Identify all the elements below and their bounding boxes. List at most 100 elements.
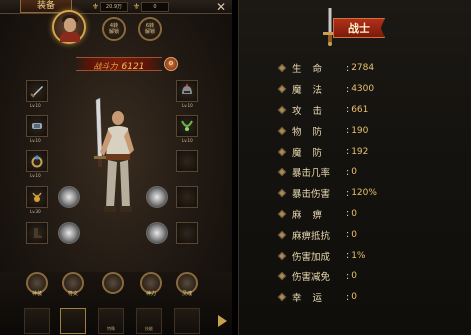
stat-value: 190: [351, 125, 369, 136]
slot-ring2[interactable]: [176, 186, 198, 208]
stat-bullet-icon: [277, 64, 287, 73]
stat-list: 生命:2784 魔法:4300 攻击:661 物防:190 魔防:192 暴击几率:0 暴击…: [277, 58, 377, 308]
stat-colon: :: [346, 250, 350, 262]
stat-row: 物防:190: [277, 120, 377, 141]
stat-row: 伤害加成:1%: [277, 245, 377, 266]
nav-item-5[interactable]: [174, 308, 200, 334]
stat-row: 攻击:661: [277, 100, 377, 121]
slot-amulet[interactable]: [26, 186, 48, 208]
gold-amount: 20.9万: [100, 2, 128, 12]
stat-colon: :: [346, 104, 350, 116]
stat-name: 伤害减免: [292, 272, 331, 284]
nav-item-4-label: 技能: [145, 326, 153, 331]
special-button[interactable]: [102, 272, 124, 294]
stat-value: 192: [351, 146, 369, 157]
stat-value: 0: [351, 208, 357, 219]
slot-ring-level: Lv.10: [30, 173, 41, 178]
class-header: 战士: [317, 6, 387, 46]
stat-row: 魔防:192: [277, 141, 377, 162]
slot-necklace[interactable]: [176, 115, 198, 137]
divine-power-label: 神力: [145, 291, 156, 297]
stat-value: 4300: [351, 84, 375, 95]
stat-name: 暴击几率: [292, 168, 331, 180]
stat-colon: :: [346, 62, 350, 74]
slot-bracer[interactable]: [26, 115, 48, 137]
stat-colon: :: [346, 146, 350, 158]
stat-bullet-icon: [277, 84, 287, 94]
bracer-icon: [32, 123, 42, 129]
stat-name: 伤害加成: [292, 251, 331, 263]
tab-locked-4[interactable]: 4转 解锁: [102, 17, 126, 41]
slot-ring[interactable]: [26, 150, 48, 172]
combat-power-label: 战斗力: [93, 62, 118, 71]
class-name: 战士: [333, 18, 385, 38]
stat-colon: :: [346, 270, 350, 282]
boots-icon: [34, 228, 42, 238]
combat-power-value: 6121: [121, 62, 145, 72]
nav-item-1[interactable]: [24, 308, 50, 334]
slot-belt[interactable]: [176, 150, 198, 172]
stat-bullet-icon: [277, 105, 287, 115]
stat-name: 麻痹抵抗: [292, 230, 331, 242]
tab-locked-6-label: 6转 解锁: [144, 23, 155, 35]
slot-weapon-level: Lv.10: [30, 103, 41, 108]
nav-next-arrow-icon[interactable]: [218, 315, 227, 327]
stat-value: 0: [351, 229, 357, 240]
hero-character-model: [94, 97, 134, 212]
slot-cloak[interactable]: [176, 222, 198, 244]
stat-name: 生命: [292, 64, 334, 76]
slot-boots[interactable]: [26, 222, 48, 244]
rune-label: 符文: [67, 291, 78, 297]
stat-name: 攻击: [292, 105, 334, 117]
stat-colon: :: [346, 125, 350, 137]
stat-bullet-icon: [277, 272, 287, 281]
necklace-icon: [181, 120, 193, 131]
stat-name: 幸运: [292, 293, 334, 305]
tab-locked-4-label: 4转 解锁: [108, 23, 119, 35]
stat-colon: :: [346, 229, 350, 241]
stat-row: 暴击伤害:120%: [277, 183, 377, 204]
stat-value: 1%: [351, 250, 366, 261]
helmet-icon: [182, 84, 192, 94]
stat-row: 伤害减免:0: [277, 266, 377, 287]
stat-colon: :: [346, 208, 350, 220]
close-icon[interactable]: ✕: [214, 0, 228, 14]
tab-locked-6[interactable]: 6转 解锁: [138, 17, 162, 41]
stat-row: 麻痹抵抗:0: [277, 224, 377, 245]
stat-colon: :: [346, 187, 350, 199]
stat-name: 魔防: [292, 147, 334, 159]
amulet-icon: [32, 192, 42, 202]
stat-value: 661: [351, 104, 369, 115]
stat-row: 麻痹:0: [277, 204, 377, 225]
stat-colon: :: [346, 166, 350, 178]
stat-bullet-icon: [277, 251, 287, 260]
nav-item-2[interactable]: [60, 308, 86, 334]
stat-value: 2784: [351, 63, 375, 74]
stat-name: 物防: [292, 126, 334, 138]
stat-value: 120%: [351, 188, 377, 199]
stat-name: 暴击伤害: [292, 189, 331, 201]
slot-weapon[interactable]: [26, 80, 48, 102]
rune-slot-4[interactable]: [146, 222, 168, 244]
stat-value: 0: [351, 292, 357, 303]
stat-row: 魔法:4300: [277, 79, 377, 100]
stat-bullet-icon: [277, 147, 287, 156]
soul-label: 灵魂: [181, 291, 192, 297]
stat-name: 魔法: [292, 85, 334, 97]
stat-name: 麻痹: [292, 209, 334, 221]
slot-helmet[interactable]: [176, 80, 198, 102]
stat-bullet-icon: [277, 209, 287, 219]
stat-bullet-icon: [277, 168, 287, 177]
slot-amulet-level: Lv.30: [30, 209, 41, 214]
stat-row: 生命:2784: [277, 58, 377, 79]
rune-slot-1[interactable]: [58, 186, 80, 208]
stat-row: 幸运:0: [277, 287, 377, 308]
combat-power-info-button[interactable]: ⚙: [164, 57, 178, 71]
stat-colon: :: [346, 291, 350, 303]
coin-amount: 0: [141, 2, 169, 12]
rune-slot-3[interactable]: [146, 186, 168, 208]
rune-slot-2[interactable]: [58, 222, 80, 244]
slot-necklace-level: Lv.10: [182, 138, 193, 143]
sword-icon: [30, 86, 43, 98]
character-portrait[interactable]: [52, 10, 86, 44]
